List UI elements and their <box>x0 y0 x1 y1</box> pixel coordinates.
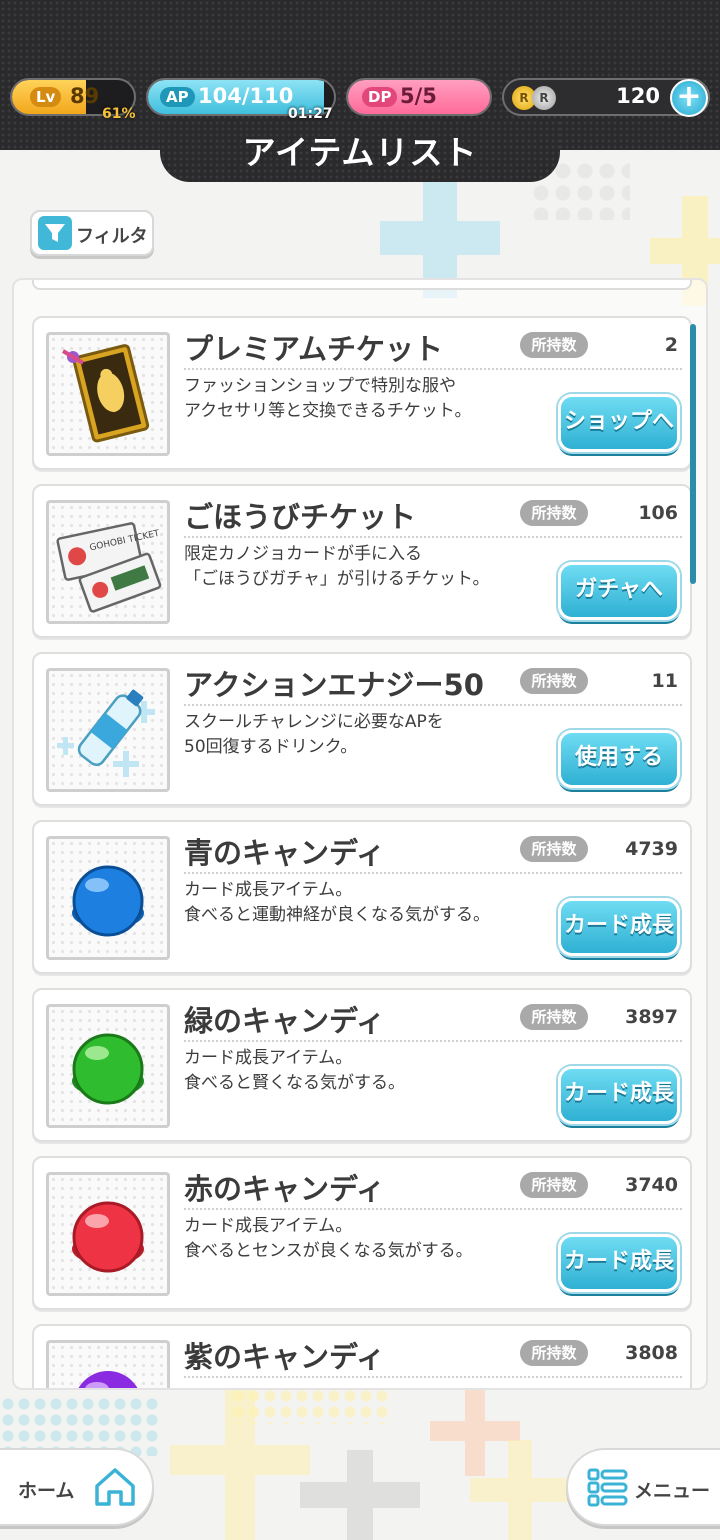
item-name: プレミアムチケット <box>184 332 443 366</box>
divider <box>184 1376 682 1378</box>
owned-count: 3897 <box>625 1006 678 1028</box>
energy-drink-icon <box>46 668 170 792</box>
card-growth-button[interactable]: カード成長 <box>558 1066 680 1124</box>
bg-plus-decoration <box>300 1450 420 1540</box>
reward-ticket-icon: GOHOBI TICKET <box>46 500 170 624</box>
divider <box>184 368 682 370</box>
item-name: 緑のキャンディ <box>184 1004 385 1038</box>
add-coins-button[interactable]: + <box>670 79 708 117</box>
list-item: GOHOBI TICKET ごほうびチケット 所持数 106 限定カノジョカード… <box>32 484 692 638</box>
divider <box>184 872 682 874</box>
owned-badge: 所持数 <box>520 332 588 358</box>
divider <box>184 1040 682 1042</box>
filter-funnel-icon <box>38 216 72 250</box>
divider <box>184 704 682 706</box>
item-description: スクールチャレンジに必要なAPを 50回復するドリンク。 <box>184 712 444 757</box>
red-candy-icon <box>46 1172 170 1296</box>
owned-badge: 所持数 <box>520 500 588 526</box>
purple-candy-icon <box>46 1340 170 1388</box>
list-item: 赤のキャンディ 所持数 3740 カード成長アイテム。 食べるとセンスが良くなる… <box>32 1156 692 1310</box>
owned-count: 106 <box>638 502 678 524</box>
owned-badge: 所持数 <box>520 836 588 862</box>
scrollbar[interactable] <box>690 324 696 584</box>
bg-plus-decoration <box>470 1440 570 1540</box>
list-item: プレミアムチケット 所持数 2 ファッションショップで特別な服や アクセサリ等と… <box>32 316 692 470</box>
ap-label: AP <box>160 87 195 107</box>
gacha-button[interactable]: ガチャへ <box>558 562 680 620</box>
divider <box>184 1208 682 1210</box>
item-description: ファッションショップで特別な服や アクセサリ等と交換できるチケット。 <box>184 376 472 421</box>
shop-button[interactable]: ショップへ <box>558 394 680 452</box>
list-item: アクションエナジー50 所持数 11 スクールチャレンジに必要なAPを 50回復… <box>32 652 692 806</box>
menu-label: メニュー <box>634 1480 711 1502</box>
level-percent: 61% <box>102 106 136 122</box>
item-name: 赤のキャンディ <box>184 1172 385 1206</box>
owned-badge: 所持数 <box>520 668 588 694</box>
list-item: 青のキャンディ 所持数 4739 カード成長アイテム。 食べると運動神経が良くな… <box>32 820 692 974</box>
green-candy-icon <box>46 1004 170 1128</box>
dp-value: 5/5 <box>400 84 437 108</box>
list-item-partial <box>32 280 692 290</box>
divider <box>184 536 682 538</box>
owned-count: 2 <box>664 334 678 356</box>
dp-gauge: DP 5/5 <box>346 78 492 116</box>
page-title: アイテムリスト <box>242 133 478 172</box>
premium-ticket-icon <box>46 332 170 456</box>
item-description: カード成長アイテム。 食べると賢くなる気がする。 <box>184 1048 405 1093</box>
card-growth-button[interactable]: カード成長 <box>558 898 680 956</box>
filter-button[interactable]: フィルタ <box>30 210 154 256</box>
owned-badge: 所持数 <box>520 1172 588 1198</box>
filter-label: フィルタ <box>76 226 148 247</box>
home-label: ホーム <box>18 1480 75 1502</box>
item-list-panel[interactable]: プレミアムチケット 所持数 2 ファッションショップで特別な服や アクセサリ等と… <box>12 278 708 1390</box>
owned-count: 11 <box>651 670 678 692</box>
item-name: 紫のキャンディ <box>184 1340 385 1374</box>
coin-value: 120 <box>616 84 660 108</box>
item-name: ごほうびチケット <box>184 500 417 534</box>
dp-label: DP <box>362 87 398 107</box>
home-button[interactable]: ホーム <box>0 1448 154 1526</box>
home-icon <box>92 1464 138 1514</box>
owned-count: 4739 <box>625 838 678 860</box>
card-growth-button[interactable]: カード成長 <box>558 1234 680 1292</box>
owned-badge: 所持数 <box>520 1340 588 1366</box>
level-label: Lv <box>30 87 62 107</box>
item-description: カード成長アイテム。 食べるとセンスが良くなる気がする。 <box>184 1216 473 1261</box>
bg-dot-pattern <box>0 1396 160 1456</box>
owned-count: 3808 <box>625 1342 678 1364</box>
list-item: 緑のキャンディ 所持数 3897 カード成長アイテム。 食べると賢くなる気がする… <box>32 988 692 1142</box>
ap-value: 104/110 <box>198 84 294 108</box>
ap-timer: 01:27 <box>288 106 333 122</box>
item-name: 青のキャンディ <box>184 836 385 870</box>
item-description: カード成長アイテム。 食べると運動神経が良くなる気がする。 <box>184 880 490 925</box>
menu-list-icon <box>586 1466 630 1514</box>
menu-button[interactable]: メニュー <box>566 1448 720 1526</box>
use-button[interactable]: 使用する <box>558 730 680 788</box>
level-value: 89 <box>70 84 100 108</box>
silver-coin-icon: R <box>532 86 556 110</box>
list-item: 紫のキャンディ 所持数 3808 <box>32 1324 692 1388</box>
item-name: アクションエナジー50 <box>184 668 484 702</box>
owned-badge: 所持数 <box>520 1004 588 1030</box>
item-description: 限定カノジョカードが手に入る 「ごほうびガチャ」が引けるチケット。 <box>184 544 490 589</box>
blue-candy-icon <box>46 836 170 960</box>
owned-count: 3740 <box>625 1174 678 1196</box>
bg-dot-pattern <box>230 1388 390 1424</box>
